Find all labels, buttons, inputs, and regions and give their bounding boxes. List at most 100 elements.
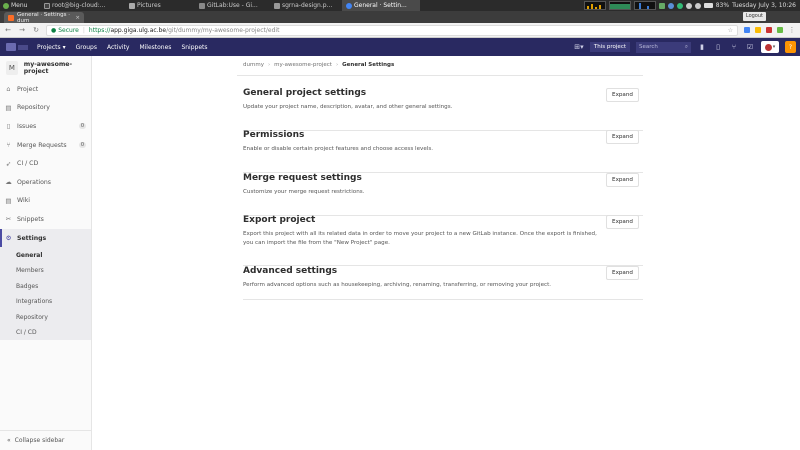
- url-scheme: https://: [88, 26, 111, 34]
- breadcrumb-project[interactable]: my-awesome-project: [274, 62, 332, 68]
- network-icon[interactable]: [694, 2, 701, 9]
- settings-sub-ci-cd[interactable]: CI / CD: [0, 325, 91, 341]
- os-menu-button[interactable]: Menu: [0, 2, 40, 9]
- breadcrumb-current[interactable]: General Settings: [342, 62, 394, 68]
- url-path: /git/dummy/my-awesome-project/edit: [166, 26, 280, 34]
- sidebar-item-operations[interactable]: ☁ Operations: [0, 173, 91, 192]
- nav-snippets[interactable]: Snippets: [176, 44, 212, 51]
- bookmark-star-icon[interactable]: ☆: [728, 27, 733, 34]
- browser-toolbar: ← → ↻ ● Secure | https://app.giga.ulg.ac…: [0, 23, 800, 38]
- secure-indicator[interactable]: ● Secure: [51, 27, 79, 34]
- browser-icon: [346, 2, 352, 9]
- close-tab-icon[interactable]: ×: [75, 15, 80, 21]
- section-title: Export project: [243, 215, 316, 225]
- extension-icon[interactable]: [744, 27, 750, 33]
- logout-button[interactable]: Logout: [742, 12, 766, 21]
- expand-general-button[interactable]: Expand: [606, 88, 639, 102]
- clock[interactable]: Tuesday July 3, 10:26: [732, 2, 796, 9]
- taskbar-task-terminal[interactable]: root@big-cloud:...: [40, 0, 125, 11]
- settings-sub-general[interactable]: General: [0, 247, 91, 263]
- chat-icon[interactable]: [676, 2, 683, 9]
- search-scope[interactable]: This project: [589, 42, 630, 52]
- browser-tab-strip: General · Settings · dum × Logout: [0, 11, 800, 24]
- battery-icon[interactable]: [703, 3, 713, 8]
- section-description: Enable or disable certain project featur…: [243, 146, 434, 152]
- sidebar-item-issues[interactable]: ▯ Issues 0: [0, 117, 91, 136]
- section-title: Merge request settings: [243, 173, 362, 183]
- sidebar-project-header[interactable]: M my-awesome-project: [0, 56, 91, 80]
- taskbar-task-gitlab-docs[interactable]: GitLab:Use - Gi...: [195, 0, 270, 11]
- nav-groups[interactable]: Groups: [71, 44, 102, 51]
- sidebar-item-snippets[interactable]: ✂ Snippets: [0, 210, 91, 229]
- sidebar-item-label: Settings: [17, 234, 47, 242]
- shield-icon[interactable]: [658, 2, 665, 9]
- todos-icon[interactable]: ☑: [745, 43, 755, 51]
- chevron-down-icon: ▾: [62, 43, 66, 51]
- taskbar-task-sgrna[interactable]: sgrna-design.p...: [270, 0, 342, 11]
- panel-toggle-icon[interactable]: ▮: [697, 43, 707, 51]
- sidebar-item-label: Project: [17, 85, 39, 93]
- gitlab-favicon-icon: [8, 14, 14, 21]
- scissors-icon: ✂: [5, 215, 12, 224]
- secure-label: Secure: [58, 26, 79, 34]
- collapse-sidebar-button[interactable]: « Collapse sidebar: [0, 430, 91, 450]
- project-avatar: M: [6, 61, 18, 75]
- section-description: Update your project name, description, a…: [243, 104, 453, 110]
- issues-icon[interactable]: ▯: [713, 43, 723, 51]
- double-chevron-left-icon: «: [7, 437, 11, 444]
- taskbar-task-pictures[interactable]: Pictures: [125, 0, 195, 11]
- settings-sub-members[interactable]: Members: [0, 263, 91, 279]
- taskbar-task-gitlab-settings[interactable]: General · Settin...: [342, 0, 420, 11]
- sidebar-item-repository[interactable]: ▤ Repository: [0, 99, 91, 118]
- sidebar-item-label: Snippets: [17, 215, 44, 223]
- nav-activity[interactable]: Activity: [102, 44, 134, 51]
- gear-icon: ⚙: [5, 234, 12, 243]
- rocket-icon: ➶: [5, 159, 12, 168]
- memory-graph: [608, 1, 631, 10]
- sidebar-item-label: Wiki: [17, 197, 31, 205]
- volume-icon[interactable]: [685, 2, 692, 9]
- address-bar[interactable]: ● Secure | https://app.giga.ulg.ac.be/gi…: [46, 24, 738, 36]
- sidebar-item-ci-cd[interactable]: ➶ CI / CD: [0, 154, 91, 173]
- expand-advanced-button[interactable]: Expand: [606, 266, 639, 280]
- section-description: Export this project with all its related…: [243, 231, 597, 246]
- document-icon: [274, 2, 280, 9]
- nav-projects[interactable]: Projects ▾: [32, 44, 71, 51]
- system-tray: 83% Tuesday July 3, 10:26: [583, 1, 800, 10]
- house-icon: ⌂: [6, 85, 11, 94]
- help-icon[interactable]: ?: [785, 41, 796, 53]
- sidebar-item-wiki[interactable]: ▤ Wiki: [0, 192, 91, 211]
- gitlab-header: Projects ▾ Groups Activity Milestones Sn…: [0, 38, 800, 56]
- merge-requests-count-badge: 0: [78, 142, 86, 149]
- settings-section-export: Export project Export this project with …: [243, 215, 643, 266]
- expand-merge-requests-button[interactable]: Expand: [606, 173, 639, 187]
- sidebar-item-project[interactable]: ⌂ Project: [0, 80, 91, 99]
- forward-icon[interactable]: →: [18, 26, 26, 34]
- bluetooth-icon[interactable]: [667, 2, 674, 9]
- new-item-plus-icon[interactable]: ⊞▾: [574, 43, 584, 51]
- nav-milestones[interactable]: Milestones: [134, 44, 176, 51]
- settings-sub-integrations[interactable]: Integrations: [0, 294, 91, 310]
- back-icon[interactable]: ←: [4, 26, 12, 34]
- extension-icon[interactable]: [766, 27, 772, 33]
- expand-export-button[interactable]: Expand: [606, 215, 639, 229]
- browser-tab-active[interactable]: General · Settings · dum ×: [4, 12, 84, 24]
- settings-section-advanced: Advanced settings Perform advanced optio…: [243, 266, 643, 300]
- user-menu-button[interactable]: ▾: [761, 41, 779, 53]
- reload-icon[interactable]: ↻: [32, 26, 40, 34]
- tanuki-logo-icon: [6, 43, 16, 51]
- sidebar-item-label: Merge Requests: [17, 141, 67, 149]
- extension-icon[interactable]: [777, 27, 783, 33]
- merge-requests-icon[interactable]: ⑂: [729, 43, 739, 51]
- browser-menu-icon[interactable]: ⋮: [788, 26, 796, 34]
- search-input[interactable]: Search ⌕: [636, 41, 691, 53]
- extension-icon[interactable]: [755, 27, 761, 33]
- breadcrumb-group[interactable]: dummy: [243, 62, 264, 68]
- logo-wordmark: [18, 44, 28, 50]
- sidebar-item-settings[interactable]: ⚙ Settings: [0, 228, 91, 248]
- expand-permissions-button[interactable]: Expand: [606, 130, 639, 144]
- settings-sub-badges[interactable]: Badges: [0, 278, 91, 294]
- sidebar-item-merge-requests[interactable]: ⑂ Merge Requests 0: [0, 136, 91, 155]
- settings-sub-repository[interactable]: Repository: [0, 309, 91, 325]
- gitlab-logo[interactable]: [0, 38, 32, 56]
